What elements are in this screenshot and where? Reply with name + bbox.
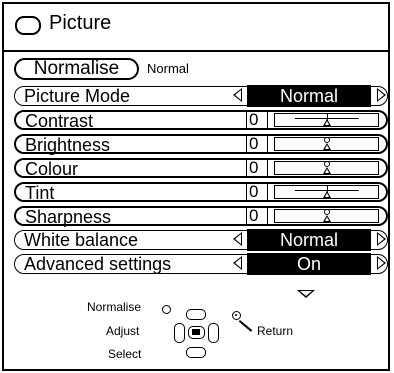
advanced-settings-label: Advanced settings <box>24 254 172 274</box>
menu-header: Picture <box>4 4 388 52</box>
advanced-settings-value: On <box>247 253 371 275</box>
dpad-center-icon <box>188 326 205 339</box>
left-arrow-icon[interactable] <box>233 256 242 270</box>
right-arrow-icon[interactable] <box>377 88 386 102</box>
left-arrow-icon[interactable] <box>233 232 242 246</box>
tint-label: Tint <box>25 183 55 203</box>
right-arrow-icon[interactable] <box>377 256 386 270</box>
tv-screen-icon <box>15 16 41 35</box>
legend-adjust-label: Adjust <box>106 324 140 338</box>
normalise-key-icon <box>162 305 171 314</box>
dpad-up-icon <box>186 309 206 320</box>
slider-pointer-icon <box>323 167 331 174</box>
picture-mode-value: Normal <box>247 85 371 107</box>
brightness-label: Brightness <box>25 135 111 155</box>
brightness-row[interactable]: Brightness 0 <box>14 134 388 155</box>
tint-slider[interactable] <box>274 185 379 199</box>
dpad-down-icon <box>186 347 206 358</box>
dpad-right-icon <box>208 323 219 343</box>
slider-pointer-icon <box>323 119 331 126</box>
white-balance-row[interactable]: White balance Normal <box>14 229 388 251</box>
colour-row[interactable]: Colour 0 <box>14 158 388 179</box>
legend-normalise-label: Normalise <box>87 300 142 314</box>
return-key-icon <box>232 311 241 320</box>
white-balance-value: Normal <box>247 229 371 251</box>
legend-return-label: Return <box>257 324 294 338</box>
colour-slider[interactable] <box>274 161 379 175</box>
picture-mode-row[interactable]: Picture Mode Normal <box>14 85 388 107</box>
normalise-status: Normal <box>147 61 189 76</box>
contrast-slider[interactable] <box>274 113 379 127</box>
remote-dpad-icon <box>174 306 220 360</box>
tint-value: 0 <box>246 183 268 201</box>
slider-pointer-icon <box>323 215 331 222</box>
right-arrow-icon[interactable] <box>377 232 386 246</box>
sharpness-value: 0 <box>246 207 268 225</box>
sharpness-label: Sharpness <box>25 207 112 227</box>
contrast-value: 0 <box>246 111 268 129</box>
left-arrow-icon[interactable] <box>233 88 242 102</box>
advanced-settings-row[interactable]: Advanced settings On <box>14 253 388 275</box>
slider-pointer-icon <box>323 191 331 198</box>
sharpness-slider[interactable] <box>274 209 379 223</box>
normalise-button[interactable]: Normalise <box>14 58 139 80</box>
colour-value: 0 <box>246 159 268 177</box>
slider-pointer-icon <box>323 143 331 150</box>
white-balance-label: White balance <box>24 230 139 250</box>
colour-label: Colour <box>25 159 79 179</box>
dpad-left-icon <box>174 323 185 343</box>
sharpness-row[interactable]: Sharpness 0 <box>14 206 388 227</box>
picture-mode-label: Picture Mode <box>24 86 131 106</box>
brightness-slider[interactable] <box>274 137 379 151</box>
legend-select-label: Select <box>108 347 142 361</box>
brightness-value: 0 <box>246 135 268 153</box>
contrast-label: Contrast <box>25 111 94 131</box>
scroll-down-icon <box>297 290 315 298</box>
page-title: Picture <box>49 12 112 34</box>
contrast-row[interactable]: Contrast 0 <box>14 110 388 131</box>
tint-row[interactable]: Tint 0 <box>14 182 388 203</box>
